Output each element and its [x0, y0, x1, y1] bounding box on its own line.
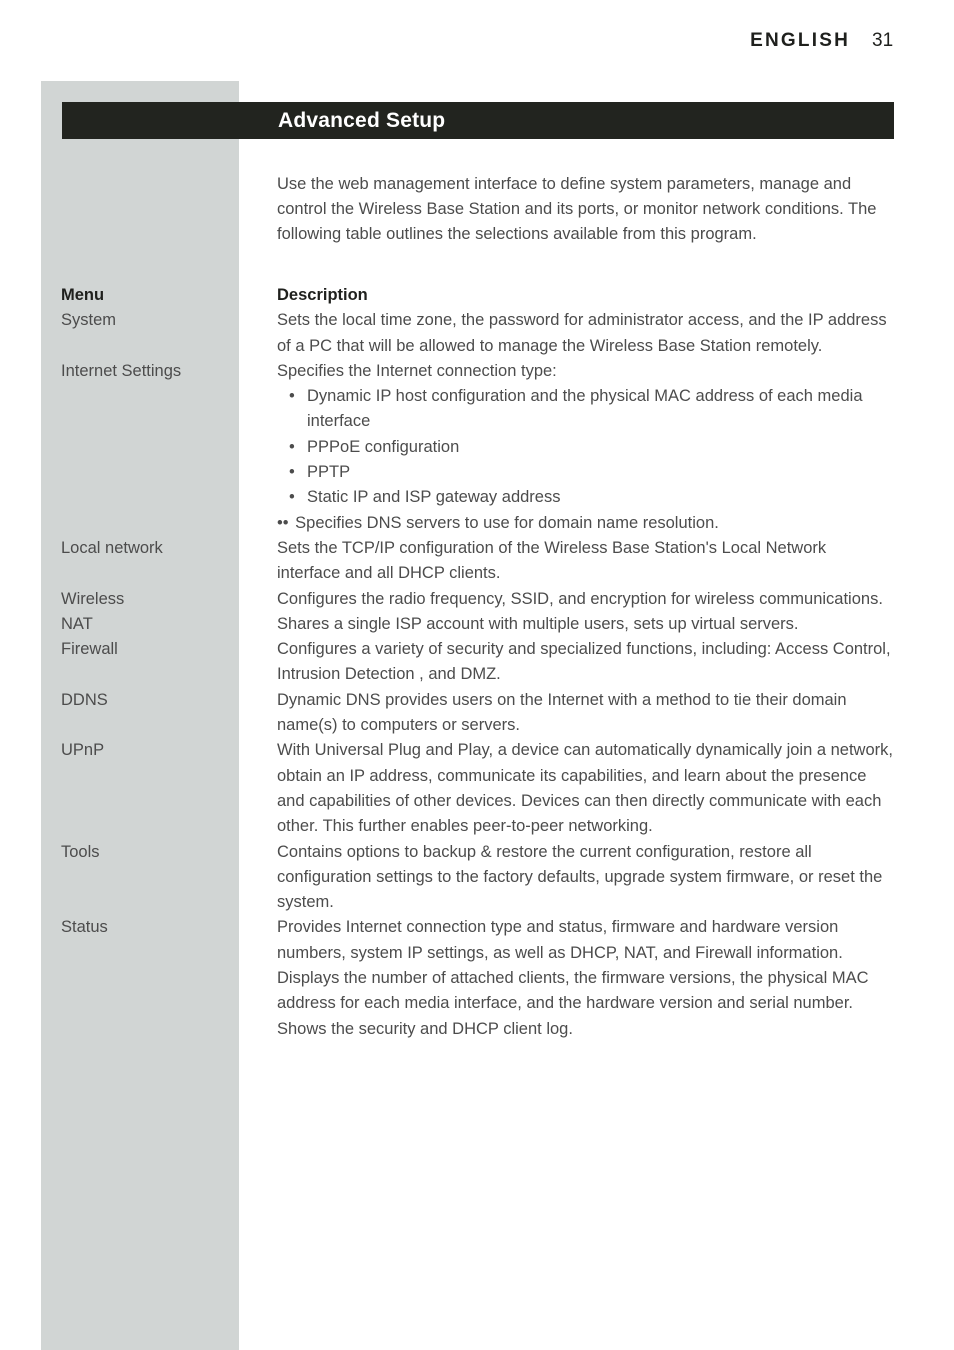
intro-paragraph: Use the web management interface to defi… — [277, 174, 877, 244]
description-cell: Specifies the Internet connection type: •… — [277, 359, 893, 536]
table-row: System Sets the local time zone, the pass… — [0, 308, 954, 359]
description-cell: Sets the TCP/IP configuration of the Wir… — [277, 536, 893, 587]
description-cell: Shares a single ISP account with multipl… — [277, 612, 893, 637]
table-row: UPnP With Universal Plug and Play, a devi… — [0, 738, 954, 839]
description-paragraph: Sets the local time zone, the password f… — [277, 311, 887, 355]
table-body: System Sets the local time zone, the pass… — [0, 308, 954, 1042]
description-paragraph: Shares a single ISP account with multipl… — [277, 614, 799, 633]
bullet-text: PPPoE configuration — [307, 437, 460, 456]
bullet-text: PPTP — [307, 463, 351, 482]
bullet-icon: • — [289, 463, 295, 482]
description-paragraph: With Universal Plug and Play, a device c… — [277, 741, 893, 836]
table-row: NAT Shares a single ISP account with mult… — [0, 612, 954, 637]
menu-cell: NAT — [61, 614, 93, 633]
menu-cell: Status — [61, 918, 108, 937]
bullet-icon: •• — [277, 513, 289, 532]
bullet-list-item: • PPTP — [277, 460, 893, 485]
description-paragraph: Shows the security and DHCP client log. — [277, 1019, 573, 1038]
bullet-list-item: • Dynamic IP host configuration and the p… — [277, 384, 893, 435]
page-title: Advanced Setup — [278, 108, 446, 132]
bullet-icon: • — [289, 437, 295, 456]
description-paragraph: Configures a variety of security and spe… — [277, 640, 891, 684]
table-header-row: Menu Description — [0, 283, 954, 308]
description-paragraph: Specifies the Internet connection type: — [277, 361, 557, 380]
table-row: Wireless Configures the radio frequency, … — [0, 587, 954, 612]
bullet-list-item: • Static IP and ISP gateway address — [277, 485, 893, 510]
description-paragraph: Configures the radio frequency, SSID, an… — [277, 589, 883, 608]
bullet-icon: • — [289, 387, 295, 406]
table-row: Local network Sets the TCP/IP configurati… — [0, 536, 954, 587]
description-paragraph: Displays the number of attached clients,… — [277, 969, 869, 1013]
table-row: DDNS Dynamic DNS provides users on the In… — [0, 688, 954, 739]
column-header-menu: Menu — [61, 286, 105, 304]
description-cell: Provides Internet connection type and st… — [277, 915, 893, 1041]
description-cell: Contains options to backup & restore the… — [277, 840, 893, 916]
table-row: Firewall Configures a variety of security… — [0, 637, 954, 688]
bullet-icon: • — [289, 488, 295, 507]
description-cell: With Universal Plug and Play, a device c… — [277, 738, 893, 839]
section-title-bar: Advanced Setup — [62, 102, 894, 139]
bullet-text: Specifies DNS servers to use for domain … — [290, 513, 719, 532]
description-cell: Configures the radio frequency, SSID, an… — [277, 587, 893, 612]
bullet-list-item: •• Specifies DNS servers to use for doma… — [277, 511, 893, 536]
description-cell: Sets the local time zone, the password f… — [277, 308, 893, 359]
menu-cell: Wireless — [61, 589, 125, 608]
bullet-list-item: • PPPoE configuration — [277, 435, 893, 460]
menu-cell: Tools — [61, 842, 100, 861]
menu-cell: System — [61, 311, 117, 330]
menu-description-table: Menu Description System Sets the local ti… — [0, 283, 954, 1042]
menu-cell: Internet Settings — [61, 361, 182, 380]
description-paragraph: Contains options to backup & restore the… — [277, 842, 883, 912]
table-row: Tools Contains options to backup & restor… — [0, 840, 954, 916]
description-paragraph: Provides Internet connection type and st… — [277, 918, 843, 962]
bullet-list: • Dynamic IP host configuration and the p… — [277, 384, 893, 536]
column-header-description: Description — [277, 286, 368, 304]
menu-cell: Local network — [61, 538, 163, 557]
bullet-text: Static IP and ISP gateway address — [307, 488, 561, 507]
description-cell: Configures a variety of security and spe… — [277, 637, 893, 688]
table-row: Status Provides Internet connection type … — [0, 915, 954, 1041]
language-label: ENGLISH — [750, 30, 850, 51]
menu-cell: Firewall — [61, 640, 118, 659]
table-row: Internet Settings Specifies the Internet … — [0, 359, 954, 536]
description-cell: Dynamic DNS provides users on the Intern… — [277, 688, 893, 739]
page-number: 31 — [872, 30, 894, 51]
description-paragraph: Dynamic DNS provides users on the Intern… — [277, 690, 847, 735]
running-header: ENGLISH 31 — [0, 30, 894, 52]
bullet-text: Dynamic IP host configuration and the ph… — [307, 387, 863, 431]
menu-cell: UPnP — [61, 741, 105, 760]
menu-cell: DDNS — [61, 690, 108, 709]
description-paragraph: Sets the TCP/IP configuration of the Wir… — [277, 538, 827, 583]
